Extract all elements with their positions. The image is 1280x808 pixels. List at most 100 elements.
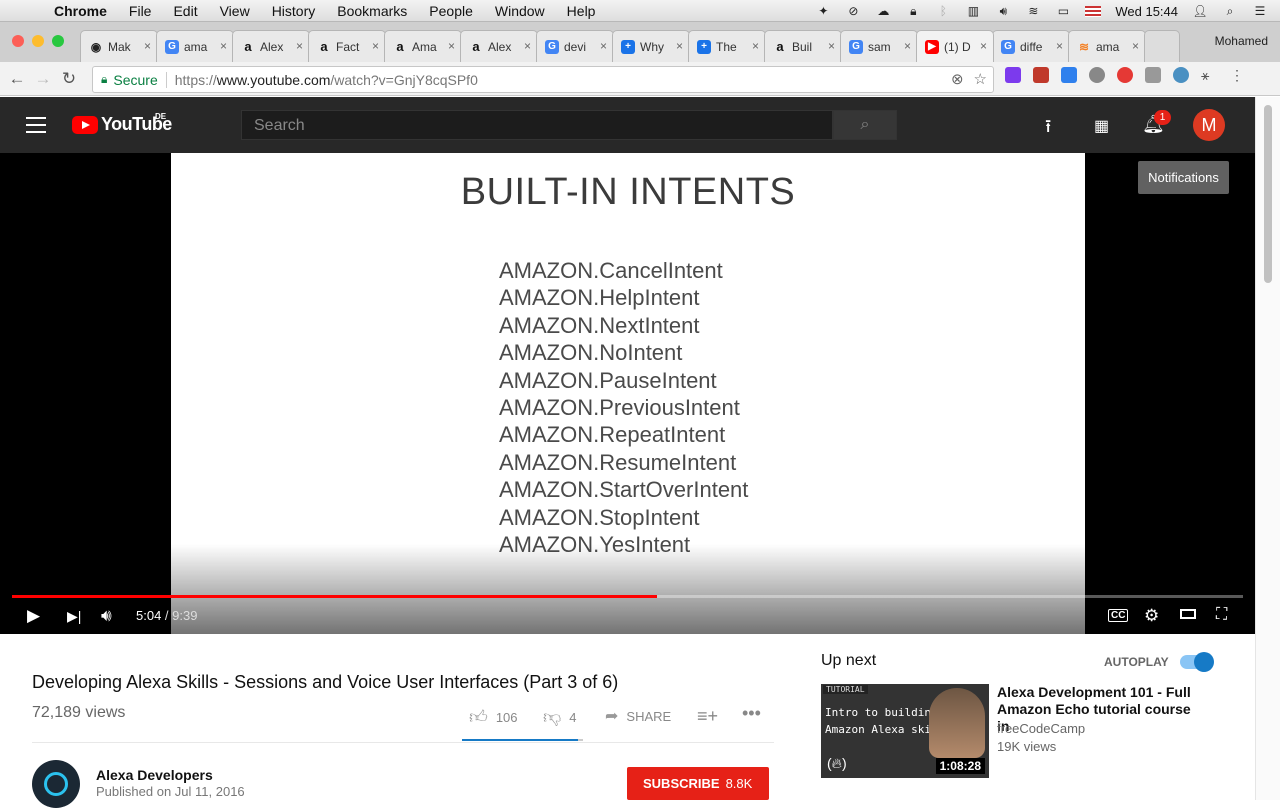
close-window-icon[interactable]	[12, 35, 24, 47]
spotlight-search-icon[interactable]: ⌕	[1222, 4, 1238, 18]
do-not-disturb-icon[interactable]: ⊘	[845, 4, 861, 18]
menu-help[interactable]: Help	[567, 3, 596, 19]
autoplay-toggle[interactable]	[1178, 652, 1214, 672]
tab-13[interactable]: Gdiffe ×	[992, 30, 1070, 62]
extension-icon[interactable]: ⚹	[1201, 67, 1217, 83]
close-tab-icon[interactable]: ×	[372, 39, 379, 53]
next-video-icon[interactable]: ▶|	[67, 608, 81, 625]
omnibox[interactable]: 🔒︎ Secure https://www.youtube.com/watch?…	[92, 66, 994, 93]
bookmark-star-icon[interactable]: ☆	[974, 70, 987, 88]
apps-grid-icon[interactable]: ▦	[1094, 116, 1109, 136]
extension-icon[interactable]	[1089, 67, 1105, 83]
close-tab-icon[interactable]: ×	[752, 39, 759, 53]
video-player[interactable]: BUILT-IN INTENTS AMAZON.CancelIntent AMA…	[0, 153, 1255, 634]
us-flag-icon[interactable]	[1085, 5, 1102, 17]
url-text[interactable]: https://www.youtube.com/watch?v=GnjY8cqS…	[175, 72, 478, 88]
tab-5[interactable]: a Ama ×	[384, 30, 462, 62]
tab-11[interactable]: Gsam ×	[840, 30, 918, 62]
page-scrollbar[interactable]	[1255, 97, 1280, 800]
extension-icon[interactable]	[1061, 67, 1077, 83]
chrome-menu-icon[interactable]: ⋮	[1229, 67, 1245, 83]
video-title: Developing Alexa Skills - Sessions and V…	[32, 672, 619, 692]
menu-app-name[interactable]: Chrome	[54, 3, 107, 19]
channel-name[interactable]: Alexa Developers	[96, 767, 213, 783]
volume-icon[interactable]: 🔊︎	[101, 606, 112, 626]
play-icon[interactable]: ▶	[27, 606, 40, 626]
close-tab-icon[interactable]: ×	[904, 39, 911, 53]
tab-2[interactable]: Gama ×	[156, 30, 234, 62]
search-input[interactable]: Search	[241, 110, 833, 140]
share-button[interactable]: ➦ SHARE	[605, 706, 671, 726]
tab-10[interactable]: a Buil ×	[764, 30, 842, 62]
reload-icon[interactable]: ↻	[56, 69, 82, 89]
close-tab-icon[interactable]: ×	[828, 39, 835, 53]
upload-icon[interactable]: ⭱	[1045, 114, 1051, 144]
user-icon[interactable]: 👤︎	[1192, 4, 1208, 18]
wifi-icon[interactable]: ≋	[1025, 4, 1041, 18]
account-avatar[interactable]: M	[1193, 109, 1225, 141]
close-tab-icon[interactable]: ×	[220, 39, 227, 53]
back-icon[interactable]: ←	[4, 69, 30, 89]
tab-3[interactable]: a Alex ×	[232, 30, 310, 62]
bluetooth-icon[interactable]: ᛒ	[935, 4, 951, 18]
more-actions-icon[interactable]: •••	[742, 703, 761, 724]
battery-monitor-icon[interactable]: ▥	[965, 4, 981, 18]
menu-file[interactable]: File	[129, 3, 152, 19]
new-tab-button[interactable]	[1144, 30, 1180, 62]
close-tab-icon[interactable]: ×	[600, 39, 607, 53]
profile-name[interactable]: Mohamed	[1215, 34, 1268, 48]
extension-icon[interactable]	[1173, 67, 1189, 83]
dropbox-icon[interactable]: ✦	[815, 4, 831, 18]
search-button[interactable]: ⌕	[833, 110, 897, 140]
like-button[interactable]: 👍︎ 106	[469, 706, 518, 728]
guide-menu-icon[interactable]	[26, 117, 46, 133]
close-tab-icon[interactable]: ×	[980, 39, 987, 53]
tab-14[interactable]: ≋ ama ×	[1068, 30, 1146, 62]
tab-1[interactable]: ◉ Mak ×	[80, 30, 158, 62]
theater-mode-icon[interactable]	[1180, 609, 1196, 619]
extension-icon[interactable]	[1005, 67, 1021, 83]
notification-center-icon[interactable]: ☰	[1252, 4, 1268, 18]
subscribe-button[interactable]: SUBSCRIBE 8.8K	[627, 767, 769, 800]
tab-6[interactable]: a Alex ×	[460, 30, 538, 62]
blocked-popup-icon[interactable]: ⊗	[951, 70, 964, 88]
dislike-button[interactable]: 👎︎ 4	[543, 706, 577, 728]
close-tab-icon[interactable]: ×	[524, 39, 531, 53]
fullscreen-icon[interactable]: ⛶	[1216, 606, 1227, 624]
menu-history[interactable]: History	[272, 3, 316, 19]
youtube-logo[interactable]: YouTube DE	[72, 112, 172, 135]
extension-icon[interactable]	[1117, 67, 1133, 83]
tab-9[interactable]: + The ×	[688, 30, 766, 62]
battery-icon[interactable]: ▭	[1055, 4, 1071, 18]
menu-window[interactable]: Window	[495, 3, 545, 19]
menubar-clock[interactable]: Wed 15:44	[1115, 4, 1178, 19]
menu-people[interactable]: People	[429, 3, 473, 19]
add-to-playlist-icon[interactable]: ≡+	[697, 706, 718, 727]
lock-icon[interactable]: 🔒︎	[905, 4, 921, 18]
settings-gear-icon[interactable]: ⚙	[1144, 606, 1159, 626]
minimize-window-icon[interactable]	[32, 35, 44, 47]
close-tab-icon[interactable]: ×	[1132, 39, 1139, 53]
menu-edit[interactable]: Edit	[173, 3, 197, 19]
recommendation-thumbnail[interactable]: TUTORIAL Intro to building Amazon Alexa …	[821, 684, 989, 778]
close-tab-icon[interactable]: ×	[296, 39, 303, 53]
close-tab-icon[interactable]: ×	[1056, 39, 1063, 53]
scrollbar-thumb[interactable]	[1264, 105, 1272, 283]
tab-12-active[interactable]: ▶ (1) D ×	[916, 30, 994, 62]
close-tab-icon[interactable]: ×	[448, 39, 455, 53]
extension-icon[interactable]	[1145, 67, 1161, 83]
cloud-upload-icon[interactable]: ☁	[875, 4, 891, 18]
menu-bookmarks[interactable]: Bookmarks	[337, 3, 407, 19]
tab-4[interactable]: a Fact ×	[308, 30, 386, 62]
close-tab-icon[interactable]: ×	[676, 39, 683, 53]
menu-view[interactable]: View	[220, 3, 250, 19]
close-tab-icon[interactable]: ×	[144, 39, 151, 53]
tab-7[interactable]: Gdevi ×	[536, 30, 614, 62]
captions-icon[interactable]: CC	[1108, 609, 1129, 622]
forward-icon[interactable]: →	[30, 69, 56, 89]
channel-avatar[interactable]	[32, 760, 80, 808]
extension-icon[interactable]	[1033, 67, 1049, 83]
tab-8[interactable]: + Why ×	[612, 30, 690, 62]
zoom-window-icon[interactable]	[52, 35, 64, 47]
volume-icon[interactable]: 🔊︎	[995, 4, 1011, 18]
